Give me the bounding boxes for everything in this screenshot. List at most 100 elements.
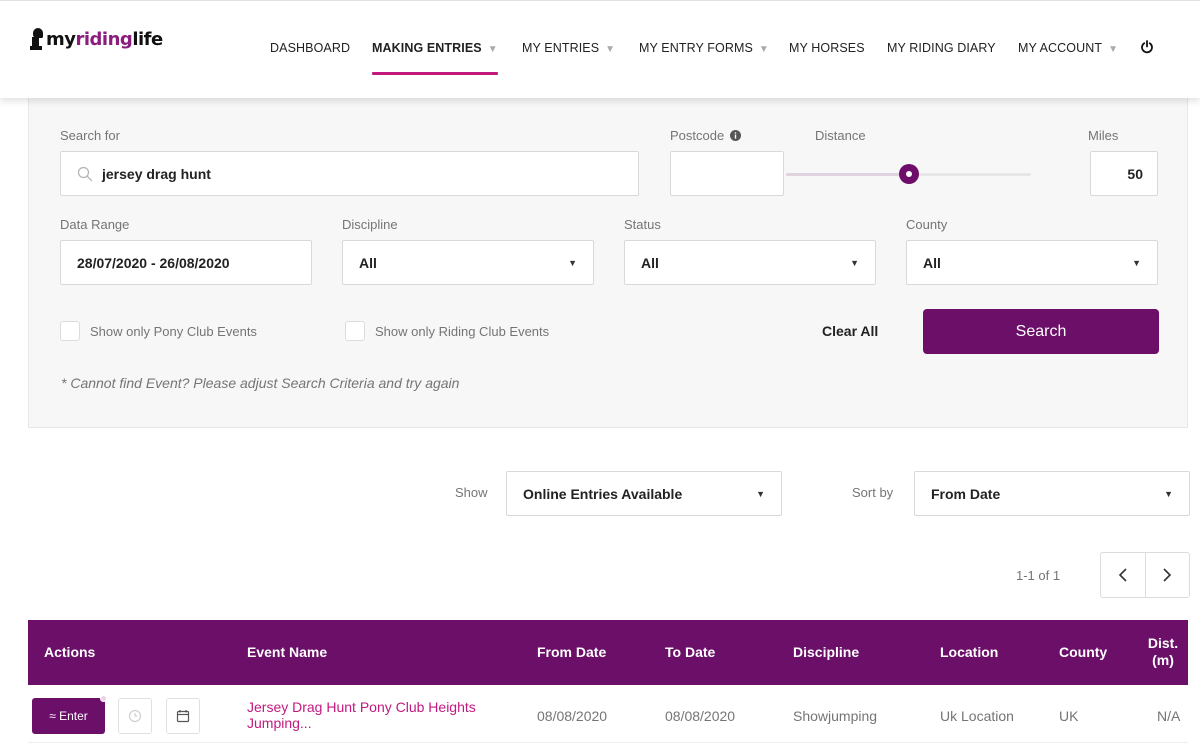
col-dist-line2: (m) bbox=[1152, 652, 1174, 668]
search-button[interactable]: Search bbox=[923, 309, 1159, 354]
col-actions[interactable]: Actions bbox=[44, 620, 95, 685]
event-name-link[interactable]: Jersey Drag Hunt Pony Club Heights Jumpi… bbox=[247, 699, 517, 731]
miles-input-value: 50 bbox=[1127, 166, 1143, 182]
date-range-input[interactable]: 28/07/2020 - 26/08/2020 bbox=[60, 240, 312, 285]
distance-slider[interactable] bbox=[786, 164, 1031, 184]
table-header: Actions Event Name From Date To Date Dis… bbox=[28, 620, 1188, 685]
nav-making-entries[interactable]: MAKING ENTRIES ▼ bbox=[372, 38, 498, 75]
clock-icon bbox=[128, 709, 142, 723]
enter-button[interactable]: ≈ Enter bbox=[32, 695, 107, 734]
distance-slider-handle[interactable] bbox=[898, 164, 919, 184]
sort-select[interactable]: From Date ▼ bbox=[914, 471, 1190, 516]
date-range-value: 28/07/2020 - 26/08/2020 bbox=[77, 255, 230, 271]
postcode-label-text: Postcode bbox=[670, 128, 725, 143]
county-cell: UK bbox=[1059, 708, 1079, 724]
search-input[interactable]: jersey drag hunt bbox=[60, 151, 639, 196]
date-range-label: Data Range bbox=[60, 217, 130, 232]
add-to-calendar-button[interactable] bbox=[166, 698, 200, 734]
sort-select-value: From Date bbox=[931, 486, 1001, 502]
logo-accent: riding bbox=[75, 28, 133, 50]
nav-my-entries[interactable]: MY ENTRIES ▼ bbox=[522, 38, 615, 58]
status-select[interactable]: All ▼ bbox=[624, 240, 876, 285]
to-date-cell: 08/08/2020 bbox=[665, 708, 736, 724]
nav-dashboard[interactable]: DASHBOARD bbox=[270, 38, 350, 58]
nav-my-riding-diary[interactable]: MY RIDING DIARY bbox=[887, 38, 996, 58]
power-icon[interactable] bbox=[1140, 40, 1154, 54]
calendar-add-icon bbox=[176, 710, 190, 723]
next-page-button[interactable] bbox=[1144, 553, 1190, 597]
col-county[interactable]: County bbox=[1059, 620, 1107, 685]
pony-club-checkbox[interactable] bbox=[60, 321, 80, 341]
col-from-date[interactable]: From Date bbox=[537, 620, 606, 685]
search-panel: Search for jersey drag hunt Postcode Dis… bbox=[28, 98, 1188, 428]
county-select-value: All bbox=[923, 255, 941, 271]
distance-slider-fill bbox=[786, 173, 909, 176]
col-event-name[interactable]: Event Name bbox=[247, 620, 327, 685]
enter-button-label: ≈ Enter bbox=[49, 709, 88, 723]
dist-cell: N/A bbox=[1157, 708, 1181, 724]
logo-prefix: my bbox=[46, 28, 76, 50]
miles-label: Miles bbox=[1088, 128, 1119, 143]
prev-page-button[interactable] bbox=[1101, 553, 1145, 597]
nav-my-entry-forms[interactable]: MY ENTRY FORMS ▼ bbox=[639, 38, 769, 58]
county-select[interactable]: All ▼ bbox=[906, 240, 1158, 285]
nav-my-riding-diary-label: MY RIDING DIARY bbox=[887, 41, 996, 55]
history-button[interactable] bbox=[118, 698, 152, 734]
chevron-down-icon: ▼ bbox=[605, 44, 616, 55]
notification-dot bbox=[100, 695, 107, 702]
info-icon[interactable] bbox=[729, 130, 741, 141]
miles-input[interactable]: 50 bbox=[1090, 151, 1158, 196]
chevron-down-icon: ▼ bbox=[1164, 489, 1173, 499]
sort-label: Sort by bbox=[852, 485, 894, 500]
clear-all-button[interactable]: Clear All bbox=[822, 323, 878, 339]
nav-my-account-label: MY ACCOUNT bbox=[1018, 41, 1103, 55]
col-to-date[interactable]: To Date bbox=[665, 620, 715, 685]
discipline-select[interactable]: All ▼ bbox=[342, 240, 594, 285]
show-select-value: Online Entries Available bbox=[523, 486, 683, 502]
from-date-cell: 08/08/2020 bbox=[537, 708, 608, 724]
col-dist[interactable]: Dist. (m) bbox=[1143, 620, 1183, 685]
pager bbox=[1100, 552, 1190, 598]
pager-info: 1-1 of 1 bbox=[1016, 568, 1061, 583]
nav-my-horses[interactable]: MY HORSES bbox=[789, 38, 865, 58]
discipline-cell: Showjumping bbox=[793, 708, 878, 724]
logo[interactable]: myridinglife bbox=[30, 28, 163, 50]
chevron-down-icon: ▼ bbox=[756, 489, 765, 499]
chevron-down-icon: ▼ bbox=[1108, 44, 1119, 55]
chevron-down-icon: ▼ bbox=[568, 258, 577, 268]
location-cell: Uk Location bbox=[940, 708, 1014, 724]
discipline-select-value: All bbox=[359, 255, 377, 271]
nav-my-entries-label: MY ENTRIES bbox=[522, 41, 600, 55]
chevron-down-icon: ▼ bbox=[1132, 258, 1141, 268]
discipline-label: Discipline bbox=[342, 217, 398, 232]
search-hint: * Cannot find Event? Please adjust Searc… bbox=[61, 375, 460, 391]
show-select[interactable]: Online Entries Available ▼ bbox=[506, 471, 782, 516]
table-row: ≈ Enter Jersey Drag Hunt Pony Club Heigh… bbox=[28, 685, 1188, 743]
header: myridinglife DASHBOARD MAKING ENTRIES ▼ M… bbox=[0, 12, 1200, 98]
nav-my-horses-label: MY HORSES bbox=[789, 41, 865, 55]
col-location[interactable]: Location bbox=[940, 620, 998, 685]
riding-club-checkbox[interactable] bbox=[345, 321, 365, 341]
status-label: Status bbox=[624, 217, 661, 232]
nav-my-account[interactable]: MY ACCOUNT ▼ bbox=[1018, 38, 1118, 58]
search-icon bbox=[77, 166, 93, 182]
logo-text: myridinglife bbox=[46, 29, 163, 50]
status-select-value: All bbox=[641, 255, 659, 271]
nav-dashboard-label: DASHBOARD bbox=[270, 41, 351, 55]
pony-club-label[interactable]: Show only Pony Club Events bbox=[90, 324, 257, 339]
logo-suffix: life bbox=[132, 28, 163, 50]
riding-club-label[interactable]: Show only Riding Club Events bbox=[375, 324, 549, 339]
show-label: Show bbox=[455, 485, 488, 500]
horse-icon bbox=[30, 28, 44, 50]
search-for-label: Search for bbox=[60, 128, 120, 143]
col-discipline[interactable]: Discipline bbox=[793, 620, 859, 685]
chevron-left-icon bbox=[1118, 568, 1127, 582]
distance-label: Distance bbox=[815, 128, 866, 143]
postcode-input[interactable] bbox=[670, 151, 784, 196]
col-dist-line1: Dist. bbox=[1147, 635, 1179, 651]
top-border bbox=[0, 0, 1200, 12]
chevron-right-icon bbox=[1163, 568, 1172, 582]
postcode-label: Postcode bbox=[670, 128, 741, 143]
county-label: County bbox=[906, 217, 948, 232]
nav-making-entries-label: MAKING ENTRIES bbox=[372, 41, 482, 55]
